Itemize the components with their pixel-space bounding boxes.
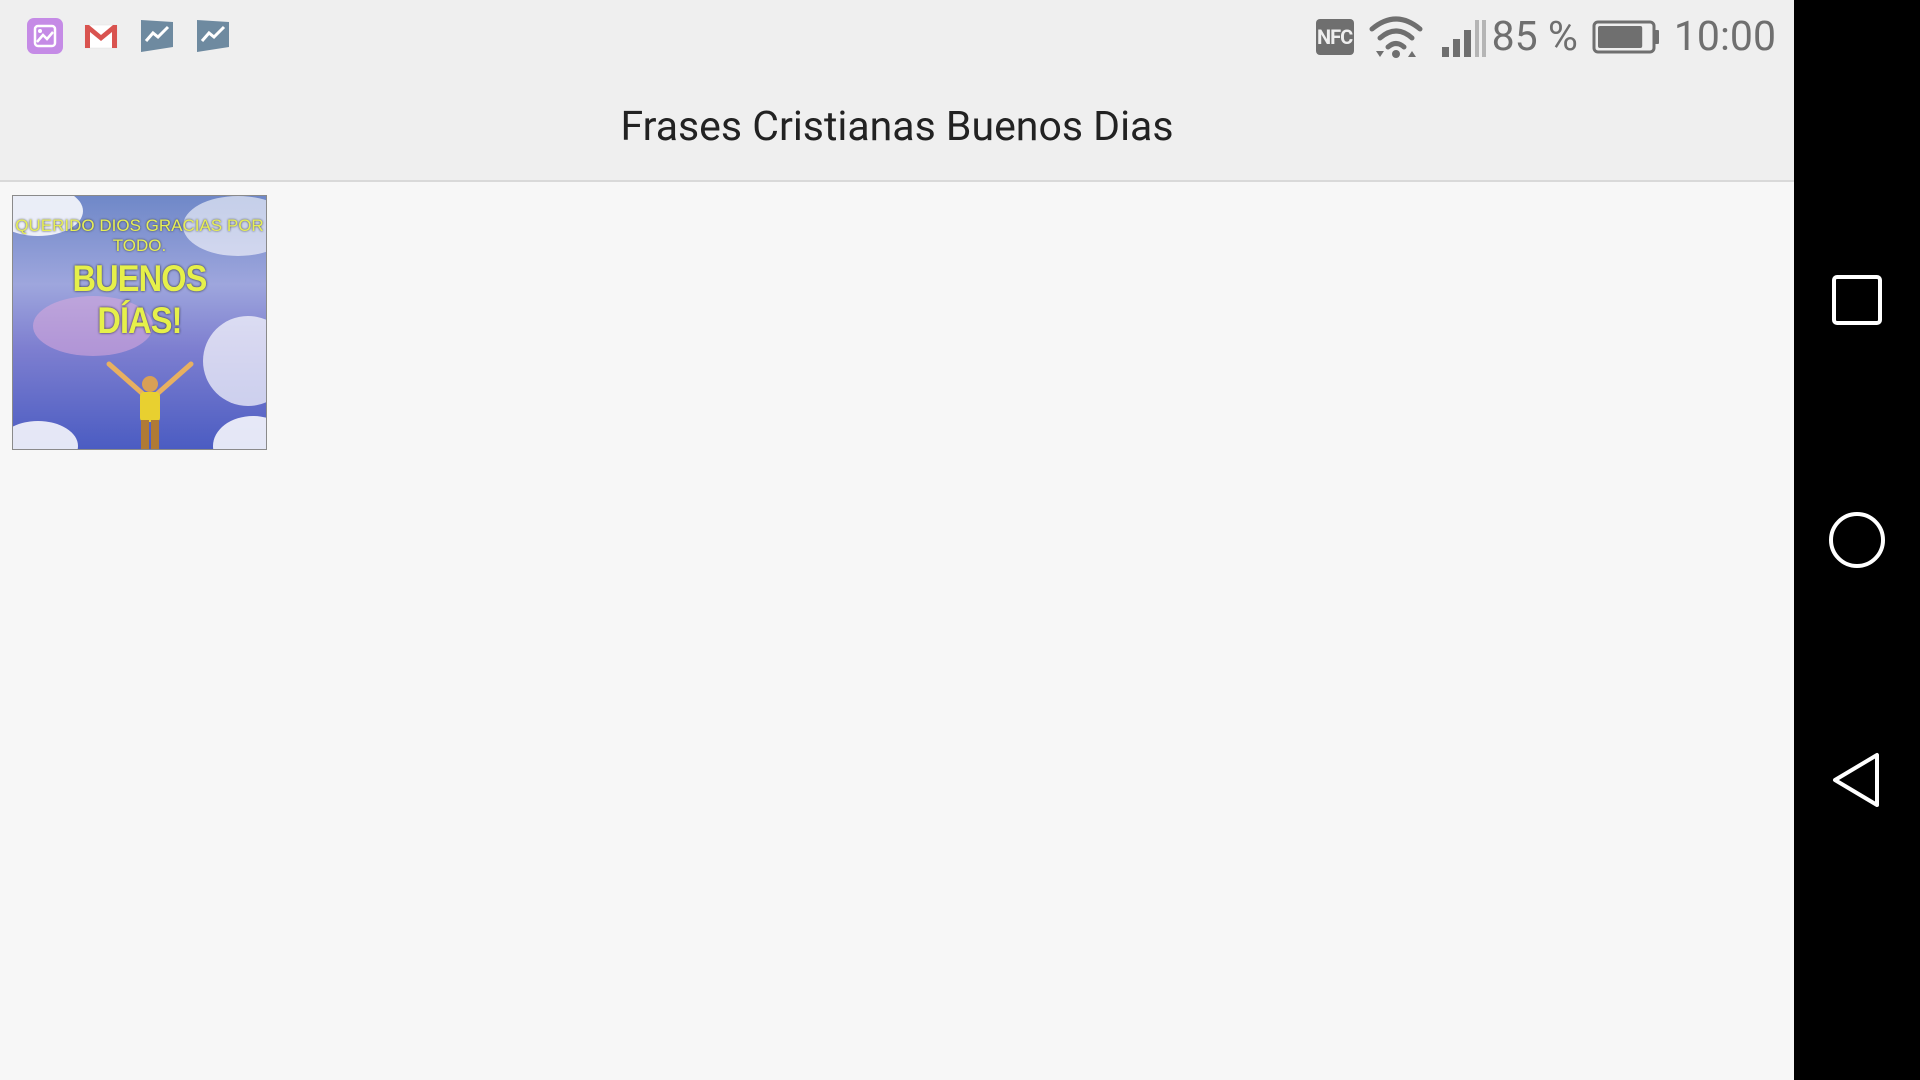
notification-icons [26,17,232,55]
image-grid: QUERIDO DIOS GRACIAS POR TODO. BUENOS DÍ… [12,195,267,450]
cloud-shape [13,421,78,449]
image-thumbnail[interactable]: QUERIDO DIOS GRACIAS POR TODO. BUENOS DÍ… [12,195,267,450]
thumbnail-caption-large: BUENOS DÍAS! [72,258,207,341]
phone-screen: NFC 85 % 10:00 Frases Cristianas Buenos … [0,0,1920,1080]
app-window: NFC 85 % 10:00 Frases Cristianas Buenos … [0,0,1794,1080]
home-icon[interactable] [1827,510,1887,570]
clock: 10:00 [1673,13,1776,61]
wifi-icon [1369,16,1423,58]
battery-icon [1592,20,1659,54]
play-store-icon [141,20,173,52]
gallery-icon [27,18,63,54]
play-store-icon [197,20,229,52]
system-icons: NFC 85 % 10:00 [1315,13,1776,61]
cloud-shape [213,416,266,449]
gmail-icon [84,24,118,49]
thumbnail-caption-small: QUERIDO DIOS GRACIAS POR TODO. [15,216,264,255]
recents-icon[interactable] [1827,270,1887,330]
battery-percent: 85 % [1491,13,1578,61]
person-figure [106,361,194,449]
status-bar: NFC 85 % 10:00 [0,0,1794,74]
signal-icon [1441,20,1486,57]
app-toolbar: Frases Cristianas Buenos Dias [0,74,1794,182]
nfc-icon: NFC [1315,19,1354,55]
page-title: Frases Cristianas Buenos Dias [620,103,1174,151]
back-icon[interactable] [1827,750,1887,810]
navigation-bar [1794,0,1920,1080]
